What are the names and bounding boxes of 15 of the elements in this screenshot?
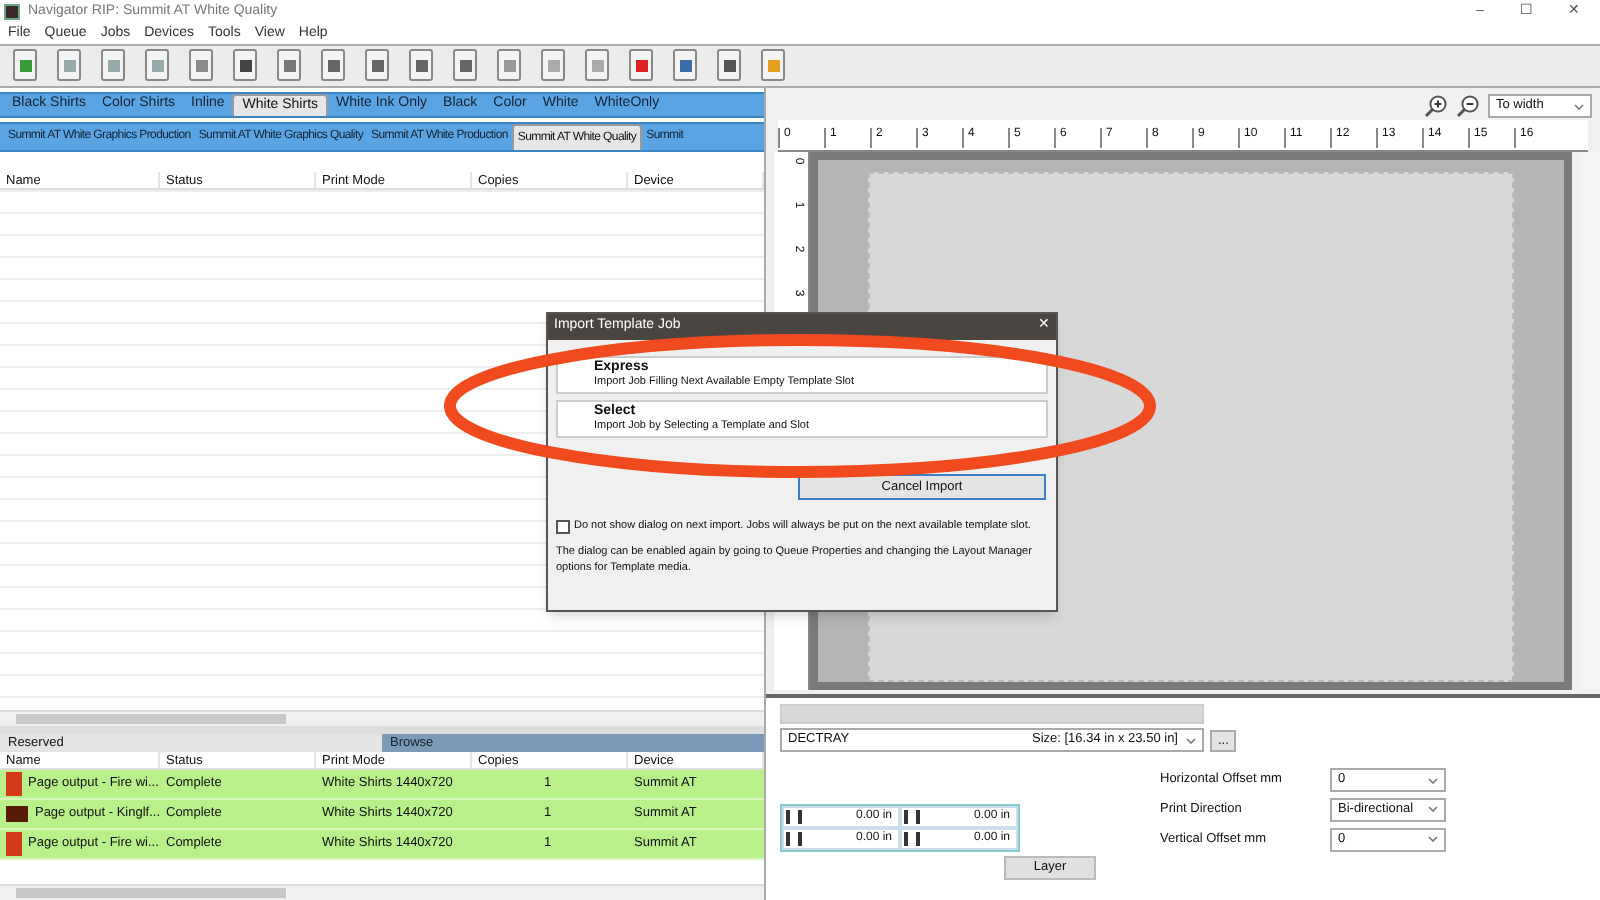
horizontal-scrollbar[interactable]: [0, 710, 764, 726]
chevron-down-icon: [1574, 103, 1584, 109]
thumbnail-image: [6, 832, 22, 856]
zoom-in-icon[interactable]: [1424, 94, 1448, 118]
chevron-down-icon: [1428, 806, 1438, 813]
chevron-down-icon: [1428, 777, 1438, 784]
chevron-down-icon: [1186, 737, 1196, 743]
horizontal-scrollbar[interactable]: [0, 884, 764, 900]
thumbnail-image: [6, 806, 29, 822]
checkbox[interactable]: [556, 519, 570, 534]
vertical-scrollbar[interactable]: [1580, 152, 1600, 690]
app-icon: [4, 4, 20, 20]
thumbnail-image: [6, 772, 22, 796]
chevron-down-icon: [1428, 836, 1438, 843]
zoom-out-icon[interactable]: [1456, 94, 1480, 118]
